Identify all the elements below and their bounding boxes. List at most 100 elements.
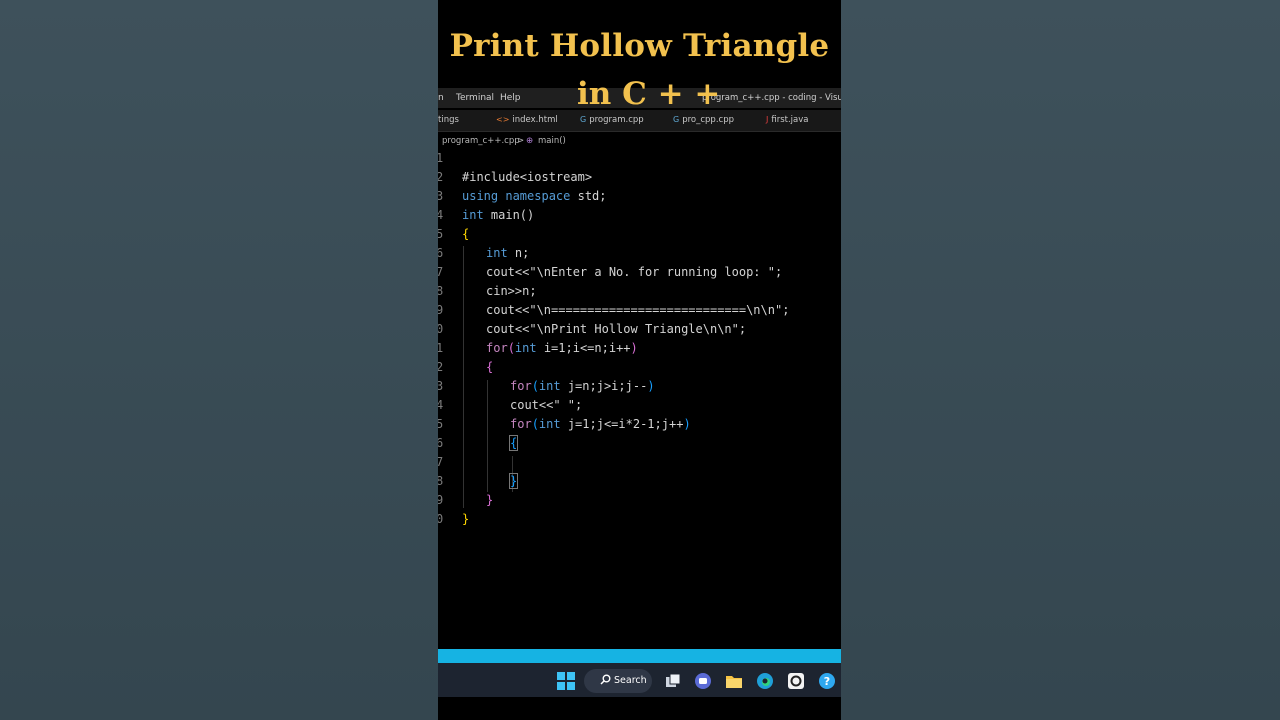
line-number: 3 (438, 379, 444, 393)
code-bracket: ( (507, 341, 515, 355)
code-text: i=1;i<=n;i++ (536, 341, 631, 355)
code-line: cout<<"\n===========================\n\n… (486, 303, 790, 317)
menu-item-terminal[interactable]: Terminal (456, 93, 494, 103)
code-line: using namespace std; (462, 189, 607, 203)
video-title-line1: Print Hollow Triangle (449, 28, 830, 64)
code-line: cout<<"\nPrint Hollow Triangle\n\n"; (486, 322, 747, 336)
code-keyword: for (486, 341, 508, 355)
tab-label: program.cpp (589, 115, 644, 125)
line-number: 6 (438, 436, 444, 450)
search-icon (600, 674, 611, 688)
editor-tab-bar: tings <> index.html Gprogram.cpp Gpro_cpp… (438, 110, 841, 132)
code-line: for(int j=1;j<=i*2-1;j++) (510, 417, 691, 431)
code-line: } (508, 473, 519, 489)
tab-program-cpp[interactable]: Gprogram.cpp (580, 115, 644, 125)
code-bracket: ) (630, 341, 638, 355)
code-line: for(int j=n;j>i;j--) (510, 379, 655, 393)
taskbar-search-button[interactable]: Search (584, 669, 652, 693)
windows-start-icon[interactable] (557, 672, 575, 690)
chat-icon[interactable] (694, 672, 712, 690)
task-view-icon[interactable] (664, 672, 682, 690)
html-icon: <> (496, 115, 510, 124)
tab-pro-cpp[interactable]: Gpro_cpp.cpp (673, 115, 734, 125)
line-number: 4 (438, 398, 444, 412)
code-text: #include<iostream> (462, 170, 593, 184)
code-line: int n; (486, 246, 529, 260)
code-keyword: using (462, 189, 499, 203)
line-number: 9 (438, 303, 444, 317)
code-bracket: ) (647, 379, 655, 393)
code-text: std; (570, 189, 607, 203)
help-icon[interactable]: ? (818, 672, 836, 690)
line-number: 5 (438, 227, 444, 241)
code-keyword: for (510, 379, 532, 393)
line-number: 0 (438, 322, 444, 336)
file-explorer-icon[interactable] (725, 672, 743, 690)
line-number: 1 (438, 341, 444, 355)
breadcrumb-separator: > (517, 136, 525, 146)
line-number: 7 (438, 265, 444, 279)
code-keyword: int (514, 341, 537, 355)
tab-index-html[interactable]: <> index.html (496, 115, 558, 125)
breadcrumb: program_c++.cpp > ⊕ main() (438, 133, 841, 149)
indent-guide (487, 380, 488, 492)
code-keyword: int (538, 379, 561, 393)
tab-label: index.html (512, 115, 558, 125)
code-line: cin>>n; (486, 284, 537, 298)
app-icon[interactable] (787, 672, 805, 690)
window-title: program_c++.cpp - coding - Visual S (702, 93, 841, 103)
breadcrumb-symbol[interactable]: main() (538, 136, 566, 146)
code-line: } (486, 493, 494, 507)
line-number: 8 (438, 284, 444, 298)
java-icon: J (766, 115, 769, 124)
line-number: 9 (438, 493, 444, 507)
code-keyword: for (510, 417, 532, 431)
line-number: 5 (438, 417, 444, 431)
code-keyword: int (486, 246, 508, 260)
code-text: main() (483, 208, 535, 222)
line-number: 3 (438, 189, 444, 203)
cpp-icon: G (673, 115, 680, 124)
line-number: 6 (438, 246, 444, 260)
tab-settings[interactable]: tings (438, 115, 459, 125)
line-number: 4 (438, 208, 444, 222)
background-left (0, 0, 438, 720)
tab-first-java[interactable]: Jfirst.java (766, 115, 808, 125)
tab-label: first.java (771, 115, 809, 125)
tab-label: pro_cpp.cpp (682, 115, 734, 125)
code-line: { (486, 360, 494, 374)
code-bracket: ( (531, 379, 539, 393)
menu-item-partial[interactable]: n (438, 93, 444, 103)
line-number: 2 (438, 170, 444, 184)
video-title-line2: in C + + (577, 76, 721, 112)
line-number: 7 (438, 455, 444, 469)
menu-item-help[interactable]: Help (500, 93, 521, 103)
code-text: n; (507, 246, 530, 260)
cpp-icon: G (580, 115, 587, 124)
code-line: cout<<" "; (510, 398, 583, 412)
code-text: j=1;j<=i*2-1;j++ (560, 417, 684, 431)
edge-browser-icon[interactable] (756, 672, 774, 690)
code-keyword: int (538, 417, 561, 431)
breadcrumb-file[interactable]: program_c++.cpp (442, 136, 520, 146)
code-keyword: namespace (498, 189, 571, 203)
tab-label: tings (438, 115, 459, 125)
line-number: 1 (438, 151, 444, 165)
code-line: { (508, 435, 519, 451)
line-number: 2 (438, 360, 444, 374)
svg-text:?: ? (824, 675, 830, 688)
code-line: #include<iostream> (462, 170, 592, 184)
code-line: int main() (462, 208, 534, 222)
function-symbol-icon: ⊕ (526, 136, 534, 146)
code-line: } (462, 512, 470, 526)
code-editor[interactable]: 1 2 3 4 5 6 7 8 9 0 1 2 3 4 5 6 7 8 9 0 … (438, 150, 841, 645)
video-frame: Print Hollow Triangle n Terminal Help pr… (438, 0, 841, 720)
background-right (841, 0, 1280, 720)
code-line: { (462, 227, 470, 241)
code-line: cout<<"\nEnter a No. for running loop: "… (486, 265, 783, 279)
status-strip (438, 649, 841, 663)
line-number: 0 (438, 512, 444, 526)
code-line: for(int i=1;i<=n;i++) (486, 341, 638, 355)
search-label: Search (614, 675, 647, 686)
code-keyword: int (462, 208, 484, 222)
